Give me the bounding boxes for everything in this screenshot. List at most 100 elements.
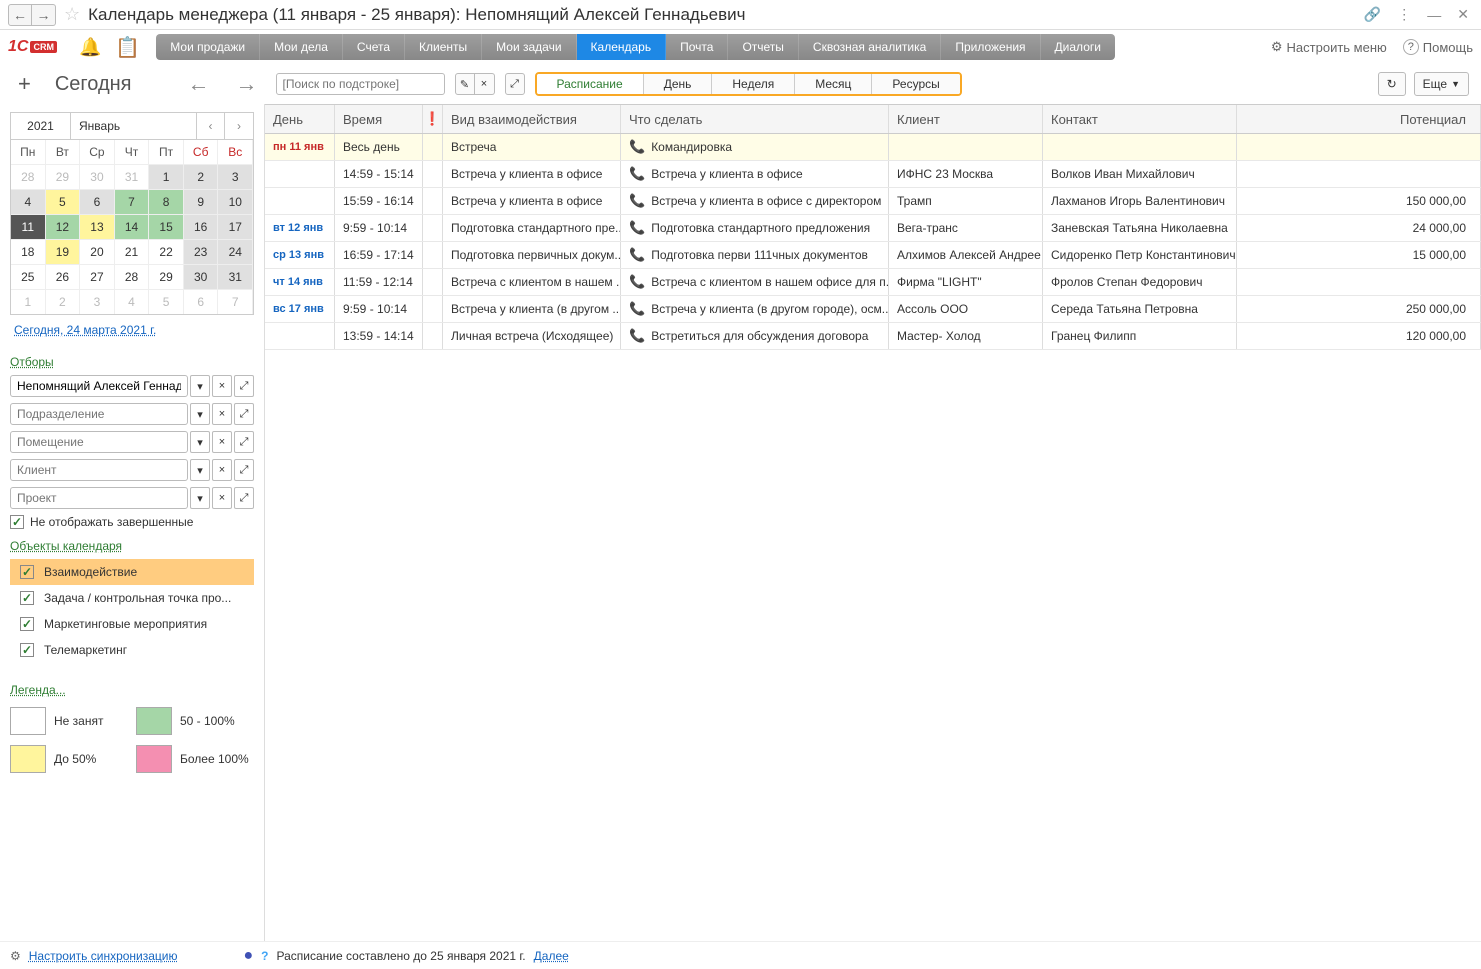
col-header-potential[interactable]: Потенциал [1237,105,1481,133]
filter-manager-clear[interactable]: × [212,375,232,397]
tab-Счета[interactable]: Счета [343,34,405,60]
filter-dept-open[interactable]: ⤢ [234,403,254,425]
mini-cal-day[interactable]: 15 [149,214,184,239]
calendar-object-item[interactable]: Телемаркетинг [10,637,254,663]
legend-label[interactable]: Легенда... [10,683,254,697]
filter-manager-dropdown[interactable]: ▾ [190,375,210,397]
view-tab-Месяц[interactable]: Месяц [795,74,872,94]
question-icon[interactable]: ? [261,949,268,963]
filter-room-open[interactable]: ⤢ [234,431,254,453]
filter-room-dropdown[interactable]: ▾ [190,431,210,453]
tab-Диалоги[interactable]: Диалоги [1041,34,1115,60]
view-tab-Ресурсы[interactable]: Ресурсы [872,74,959,94]
grid-row[interactable]: пн 11 янвВесь деньВстреча📞Командировка [265,134,1481,161]
object-checkbox[interactable] [20,643,34,657]
sync-settings-link[interactable]: Настроить синхронизацию [29,949,178,963]
mini-cal-day[interactable]: 27 [80,264,115,289]
tab-Приложения[interactable]: Приложения [941,34,1040,60]
mini-cal-day[interactable]: 30 [80,164,115,189]
col-header-client[interactable]: Клиент [889,105,1043,133]
grid-row[interactable]: вт 12 янв9:59 - 10:14Подготовка стандарт… [265,215,1481,242]
view-tab-Расписание[interactable]: Расписание [537,74,644,94]
mini-cal-prev[interactable]: ‹ [197,113,225,139]
grid-row[interactable]: вс 17 янв9:59 - 10:14Встреча у клиента (… [265,296,1481,323]
mini-cal-day[interactable]: 4 [115,289,150,314]
refresh-button[interactable]: ↻ [1378,72,1406,96]
mini-cal-day[interactable]: 8 [149,189,184,214]
mini-cal-day[interactable]: 30 [184,264,219,289]
mini-cal-day[interactable]: 24 [218,239,253,264]
mini-cal-day[interactable]: 11 [11,214,46,239]
filter-project-clear[interactable]: × [212,487,232,509]
expand-search-button[interactable]: ⤢ [505,73,525,95]
mini-cal-day[interactable]: 4 [11,189,46,214]
tab-Мои продажи[interactable]: Мои продажи [156,34,260,60]
filter-client-input[interactable] [10,459,188,481]
mini-cal-day[interactable]: 3 [218,164,253,189]
mini-cal-year[interactable]: 2021 [11,113,71,139]
mini-cal-day[interactable]: 13 [80,214,115,239]
object-checkbox[interactable] [20,591,34,605]
grid-row[interactable]: 13:59 - 14:14Личная встреча (Исходящее)📞… [265,323,1481,350]
tab-Мои дела[interactable]: Мои дела [260,34,343,60]
mini-cal-day[interactable]: 10 [218,189,253,214]
search-input[interactable] [276,73,445,95]
add-button[interactable]: + [12,71,37,97]
mini-cal-day[interactable]: 5 [46,189,81,214]
object-checkbox[interactable] [20,617,34,631]
today-button[interactable]: Сегодня [47,73,140,96]
clear-search-button[interactable]: × [475,73,495,95]
more-button[interactable]: Еще ▼ [1414,72,1469,96]
next-period-button[interactable]: → [228,71,266,97]
mini-cal-day[interactable]: 18 [11,239,46,264]
filters-section-label[interactable]: Отборы [10,355,254,369]
link-icon[interactable]: 🔗 [1360,4,1385,25]
favorite-star-icon[interactable]: ☆ [64,4,80,25]
edit-search-button[interactable]: ✎ [455,73,475,95]
mini-cal-day[interactable]: 20 [80,239,115,264]
calendar-object-item[interactable]: Взаимодействие [10,559,254,585]
mini-cal-day[interactable]: 31 [218,264,253,289]
filter-dept-dropdown[interactable]: ▾ [190,403,210,425]
mini-cal-day[interactable]: 21 [115,239,150,264]
filter-dept-input[interactable] [10,403,188,425]
bell-icon[interactable]: 🔔 [79,37,101,58]
minimize-icon[interactable]: — [1423,5,1445,25]
mini-cal-day[interactable]: 2 [184,164,219,189]
filter-manager-input[interactable] [10,375,188,397]
mini-cal-day[interactable]: 1 [11,289,46,314]
mini-cal-day[interactable]: 28 [115,264,150,289]
filter-room-clear[interactable]: × [212,431,232,453]
today-date-link[interactable]: Сегодня, 24 марта 2021 г. [10,315,254,345]
filter-client-open[interactable]: ⤢ [234,459,254,481]
filter-room-input[interactable] [10,431,188,453]
filter-project-dropdown[interactable]: ▾ [190,487,210,509]
mini-cal-next[interactable]: › [225,113,253,139]
filter-client-clear[interactable]: × [212,459,232,481]
grid-row[interactable]: ср 13 янв16:59 - 17:14Подготовка первичн… [265,242,1481,269]
filter-project-input[interactable] [10,487,188,509]
calendar-object-item[interactable]: Задача / контрольная точка про... [10,585,254,611]
tab-Почта[interactable]: Почта [666,34,728,60]
mini-cal-day[interactable]: 3 [80,289,115,314]
tab-Отчеты[interactable]: Отчеты [728,34,798,60]
nav-forward-button[interactable]: → [32,4,56,26]
grid-row[interactable]: чт 14 янв11:59 - 12:14Встреча с клиентом… [265,269,1481,296]
col-header-type[interactable]: Вид взаимодействия [443,105,621,133]
mini-cal-day[interactable]: 29 [149,264,184,289]
mini-cal-day[interactable]: 22 [149,239,184,264]
objects-section-label[interactable]: Объекты календаря [10,539,254,553]
mini-cal-day[interactable]: 16 [184,214,219,239]
mini-cal-month[interactable]: Январь [71,113,197,139]
mini-cal-day[interactable]: 19 [46,239,81,264]
tab-Мои задачи[interactable]: Мои задачи [482,34,576,60]
view-tab-День[interactable]: День [644,74,713,94]
grid-row[interactable]: 14:59 - 15:14Встреча у клиента в офисе📞В… [265,161,1481,188]
clipboard-icon[interactable]: 📋 [115,35,140,60]
mini-cal-day[interactable]: 5 [149,289,184,314]
hide-completed-checkbox[interactable] [10,515,24,529]
view-tab-Неделя[interactable]: Неделя [712,74,795,94]
mini-cal-day[interactable]: 7 [218,289,253,314]
tab-Календарь[interactable]: Календарь [577,34,667,60]
mini-cal-day[interactable]: 2 [46,289,81,314]
